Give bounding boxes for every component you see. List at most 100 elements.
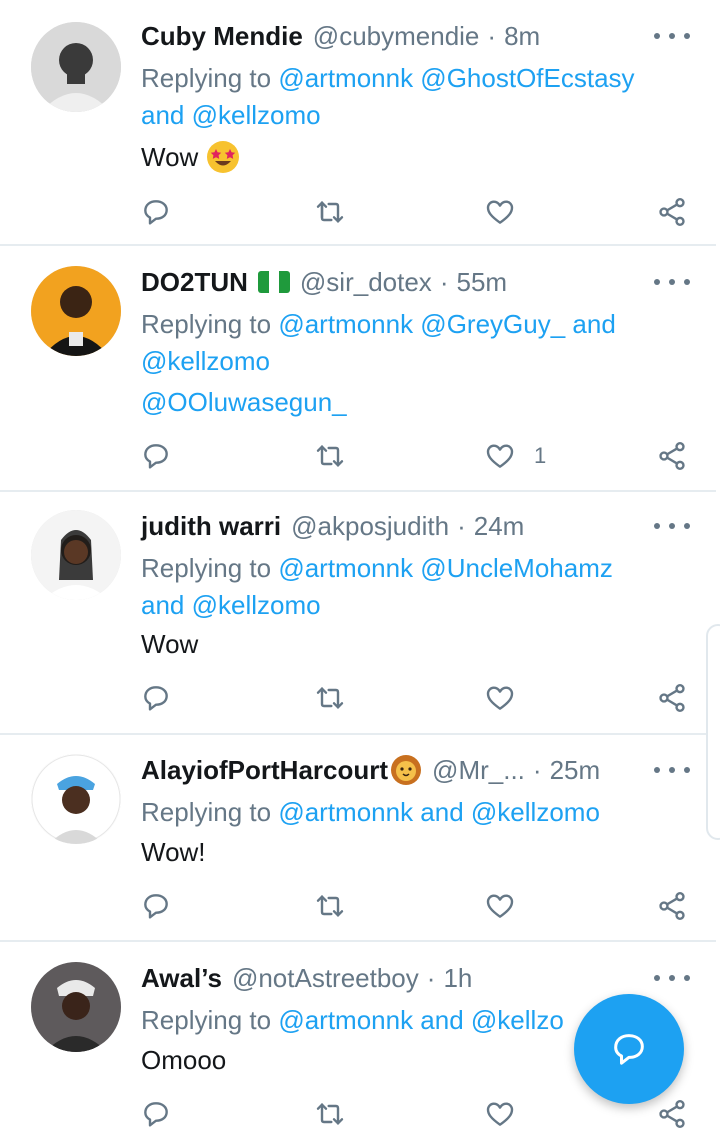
like-button[interactable]	[484, 678, 516, 718]
timestamp: 55m	[456, 266, 508, 297]
tweet-header: DO2TUN @sir_dotex · 55m	[141, 264, 507, 300]
retweet-button[interactable]	[314, 886, 346, 926]
tweet-text-row: Omooo	[141, 1042, 226, 1078]
divider	[0, 244, 716, 246]
retweet-icon	[316, 200, 344, 224]
timestamp: 8m	[504, 20, 541, 51]
user-handle: @sir_dotex	[299, 266, 432, 297]
divider	[0, 940, 716, 942]
tweet-text-row: Wow	[141, 626, 198, 662]
more-icon[interactable]	[654, 968, 690, 988]
tweet-text: Wow	[141, 141, 199, 172]
more-icon[interactable]	[654, 26, 690, 46]
nigeria-flag-icon	[257, 271, 290, 293]
mention-link[interactable]: @OOluwasegun_	[141, 387, 347, 417]
user-handle: @notAstreetboy	[231, 962, 419, 993]
replying-to-label: Replying to	[141, 309, 272, 339]
like-button[interactable]	[484, 1094, 516, 1134]
share-button[interactable]	[656, 886, 688, 926]
compose-reply-button[interactable]	[574, 994, 684, 1104]
share-icon	[659, 1100, 685, 1128]
retweet-button[interactable]	[314, 1094, 346, 1134]
heart-icon	[486, 444, 514, 468]
mention-link[interactable]: @artmonnk @UncleMohamz	[278, 553, 613, 583]
mention-link[interactable]: @artmonnk @GhostOfEcstasy	[278, 63, 634, 93]
reply-button[interactable]	[140, 678, 172, 718]
display-name[interactable]: judith warri	[141, 511, 281, 542]
separator-dot: ·	[439, 266, 449, 297]
mention-link[interactable]: and	[141, 100, 192, 130]
heart-icon	[486, 686, 514, 710]
like-button[interactable]	[484, 886, 516, 926]
mention-link[interactable]: @kellzomo	[192, 100, 321, 130]
compose-reply-icon	[614, 1034, 644, 1065]
retweet-icon	[316, 444, 344, 468]
avatar[interactable]	[31, 962, 121, 1052]
like-button[interactable]	[484, 192, 516, 232]
share-icon	[659, 198, 685, 226]
tweet-header: judith warri @akposjudith · 24m	[141, 508, 524, 544]
mention-link[interactable]: @artmonnk and @kellzo	[278, 1005, 563, 1035]
tweet-text-row: Wow!	[141, 834, 206, 870]
tweet-text: Omooo	[141, 1044, 227, 1075]
tweet-text-row: Wow	[141, 138, 240, 176]
avatar[interactable]	[31, 510, 121, 600]
more-icon[interactable]	[654, 516, 690, 536]
reply-icon	[144, 200, 168, 225]
display-name[interactable]: Cuby Mendie	[141, 21, 303, 52]
more-icon[interactable]	[654, 760, 690, 780]
reply-button[interactable]	[140, 192, 172, 232]
share-button[interactable]	[656, 1094, 688, 1134]
retweet-button[interactable]	[314, 436, 346, 476]
like-button[interactable]: 1	[484, 436, 546, 476]
retweet-button[interactable]	[314, 192, 346, 232]
replying-to-label: Replying to	[141, 63, 272, 93]
divider	[0, 733, 716, 735]
share-icon	[659, 684, 685, 712]
avatar[interactable]	[31, 754, 121, 844]
display-name[interactable]: DO2TUN	[141, 267, 248, 298]
retweet-icon	[316, 1102, 344, 1126]
reply-button[interactable]	[140, 1094, 172, 1134]
display-name[interactable]: AlayiofPortHarcourt	[141, 755, 388, 786]
timestamp: 1h	[443, 962, 473, 993]
avatar[interactable]	[31, 266, 121, 356]
display-name[interactable]: Awal’s	[141, 963, 222, 994]
lion-face-emoji	[390, 754, 422, 786]
tweet-header: AlayiofPortHarcourt @Mr_... · 25m	[141, 752, 600, 788]
share-icon	[659, 442, 685, 470]
heart-icon	[486, 894, 514, 918]
mention-link[interactable]: @kellzomo	[141, 346, 270, 376]
user-handle: @akposjudith	[291, 510, 450, 541]
side-drawer-handle[interactable]	[706, 624, 720, 840]
reply-button[interactable]	[140, 436, 172, 476]
timestamp: 24m	[473, 510, 525, 541]
tweet-header: Awal’s @notAstreetboy · 1h	[141, 960, 472, 996]
tweet-text: Wow!	[141, 836, 206, 867]
mention-link[interactable]: and @kellzomo	[141, 590, 321, 620]
retweet-button[interactable]	[314, 678, 346, 718]
share-button[interactable]	[656, 436, 688, 476]
reply-icon	[144, 1102, 168, 1127]
divider	[0, 490, 716, 492]
replying-to: Replying to @artmonnk @GreyGuy_ and @kel…	[141, 306, 681, 421]
mention-link[interactable]: @artmonnk and @kellzomo	[278, 797, 600, 827]
like-count: 1	[534, 443, 547, 468]
replying-to-label: Replying to	[141, 797, 272, 827]
replying-to-label: Replying to	[141, 553, 272, 583]
retweet-icon	[316, 894, 344, 918]
reply-button[interactable]	[140, 886, 172, 926]
reply-icon	[144, 686, 168, 711]
separator-dot: ·	[487, 20, 497, 51]
replying-to: Replying to @artmonnk @UncleMohamz and @…	[141, 550, 681, 624]
tweet-header: Cuby Mendie @cubymendie · 8m	[141, 18, 540, 54]
share-button[interactable]	[656, 192, 688, 232]
separator-dot: ·	[426, 962, 436, 993]
more-icon[interactable]	[654, 272, 690, 292]
user-handle: @Mr_...	[432, 754, 525, 785]
heart-icon	[486, 200, 514, 224]
avatar[interactable]	[31, 22, 121, 112]
share-button[interactable]	[656, 678, 688, 718]
mention-link[interactable]: @artmonnk @GreyGuy_ and	[278, 309, 615, 339]
reply-icon	[144, 894, 168, 919]
